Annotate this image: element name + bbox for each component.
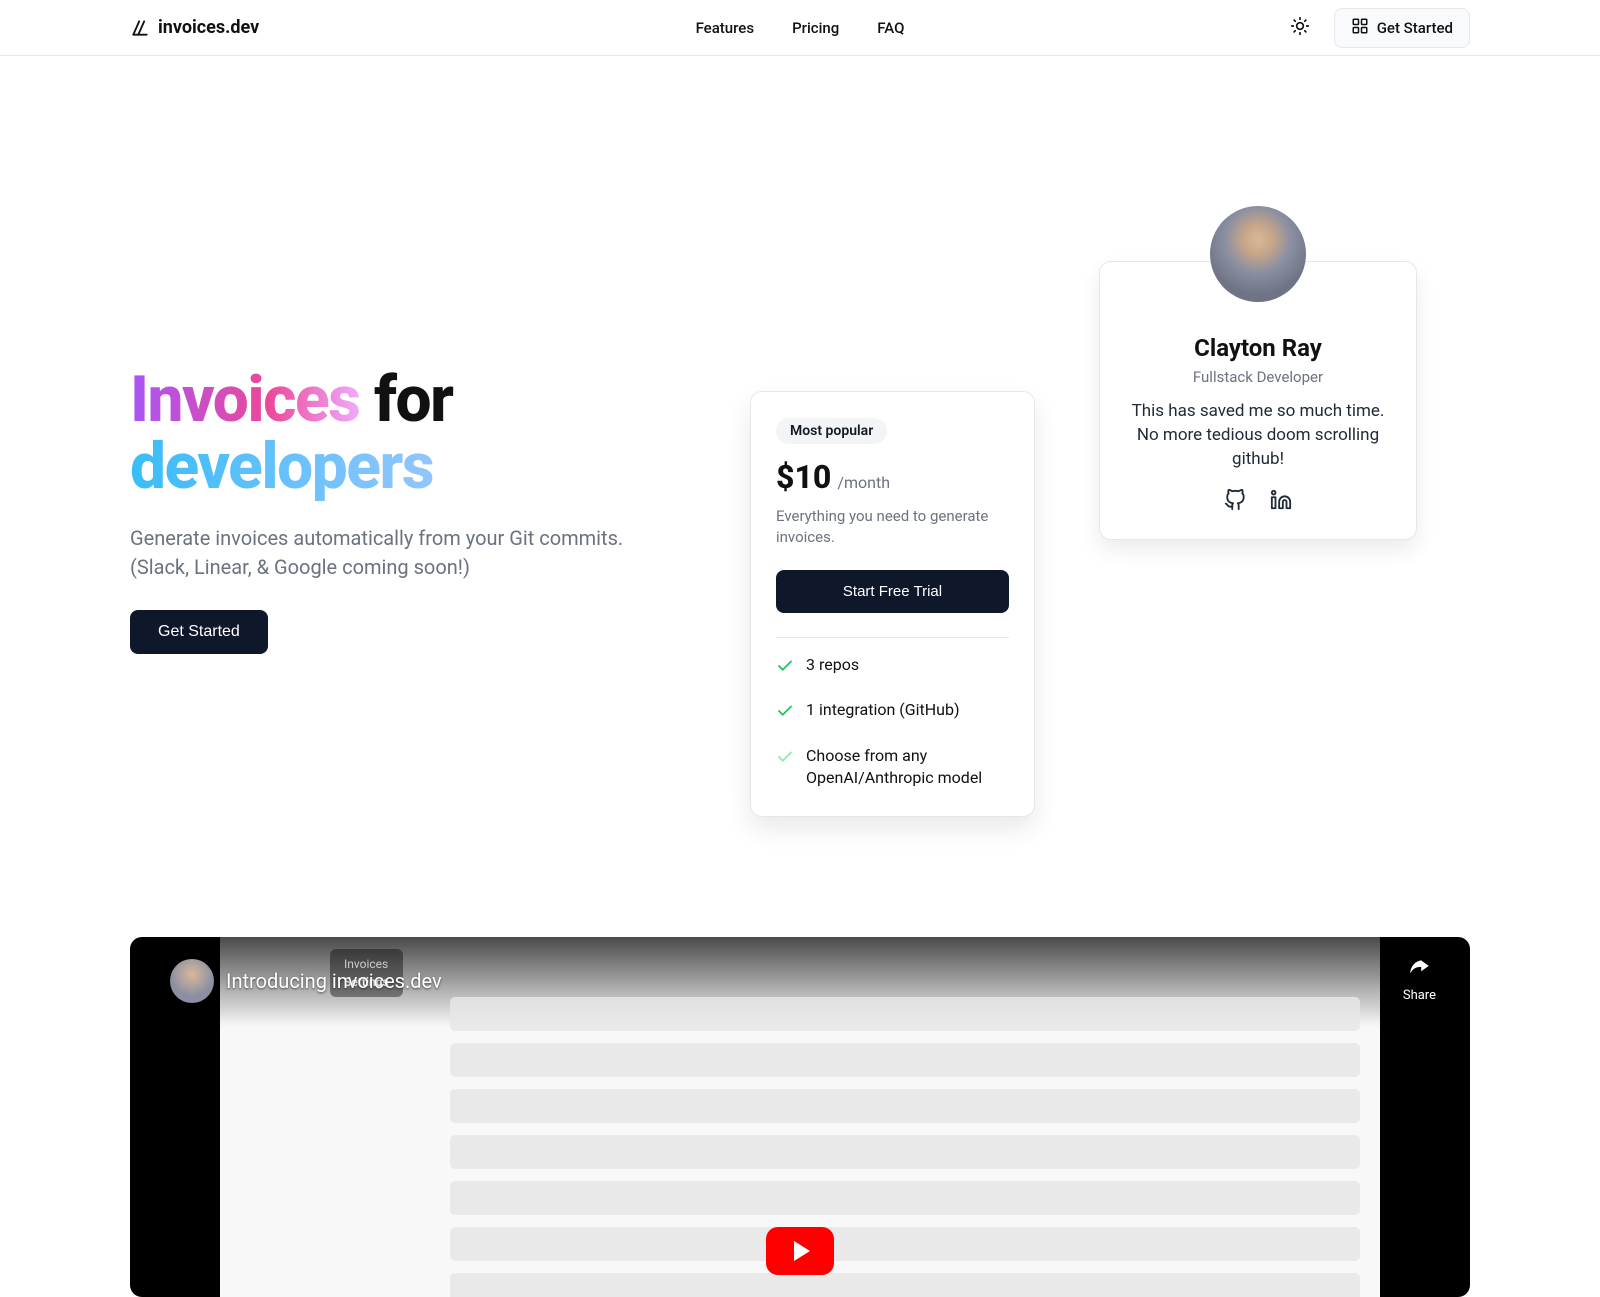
preview-row <box>450 1227 1360 1261</box>
avatar <box>1210 206 1306 302</box>
social-links <box>1124 489 1392 515</box>
video-header: Introducing invoices.dev <box>170 959 442 1003</box>
price-period: /month <box>837 473 890 492</box>
hero-get-started-button[interactable]: Get Started <box>130 610 268 654</box>
play-button[interactable] <box>766 1227 834 1275</box>
github-icon <box>1224 496 1246 515</box>
logo[interactable]: invoices.dev <box>130 17 259 38</box>
share-icon <box>1406 966 1432 985</box>
check-icon <box>776 702 794 726</box>
feature-list: 3 repos 1 integration (GitHub) Choose fr… <box>776 654 1009 790</box>
preview-row <box>450 1273 1360 1297</box>
preview-row <box>450 1089 1360 1123</box>
testimonial-card: Clayton Ray Fullstack Developer This has… <box>1099 261 1417 540</box>
price-amount: $10 <box>776 458 831 496</box>
video-title[interactable]: Introducing invoices.dev <box>226 969 442 993</box>
nav-features[interactable]: Features <box>696 19 754 37</box>
popular-badge: Most popular <box>776 418 887 444</box>
get-started-label: Get Started <box>1377 19 1453 37</box>
feature-item: 3 repos <box>776 654 1009 681</box>
share-button[interactable]: Share <box>1403 955 1436 1003</box>
video-preview-rows <box>450 997 1360 1297</box>
check-icon <box>776 748 794 772</box>
nav-faq[interactable]: FAQ <box>877 19 904 37</box>
logo-text: invoices.dev <box>158 17 259 38</box>
get-started-button[interactable]: Get Started <box>1334 8 1470 48</box>
testimonial-name: Clayton Ray <box>1124 334 1392 362</box>
check-icon <box>776 657 794 681</box>
feature-text: 1 integration (GitHub) <box>806 699 960 721</box>
header: invoices.dev Features Pricing FAQ <box>0 0 1600 56</box>
hero-word-invoices: Invoices <box>130 362 360 437</box>
start-free-trial-button[interactable]: Start Free Trial <box>776 570 1009 613</box>
github-link[interactable] <box>1224 489 1246 515</box>
apps-icon <box>1351 17 1369 39</box>
sun-icon <box>1290 16 1310 40</box>
feature-text: Choose from any OpenAI/Anthropic model <box>806 745 1009 790</box>
video-player[interactable]: Invoices Settings Introducing invoices.d… <box>130 937 1470 1297</box>
video-channel-avatar[interactable] <box>170 959 214 1003</box>
share-label: Share <box>1403 988 1436 1003</box>
divider <box>776 637 1009 638</box>
feature-item: 1 integration (GitHub) <box>776 699 1009 726</box>
nav-pricing[interactable]: Pricing <box>792 19 839 37</box>
hero-sub-line1: Generate invoices automatically from you… <box>130 526 623 550</box>
hero-title: Invoices for developers <box>130 366 710 500</box>
nav: Features Pricing FAQ <box>696 19 905 37</box>
testimonial-quote: This has saved me so much time. No more … <box>1124 400 1392 471</box>
logo-icon <box>130 18 150 38</box>
preview-row <box>450 1181 1360 1215</box>
pricing-card: Most popular $10 /month Everything you n… <box>750 391 1035 817</box>
hero-word-for: for <box>360 362 453 437</box>
preview-row <box>450 1043 1360 1077</box>
testimonial: Clayton Ray Fullstack Developer This has… <box>1099 206 1417 540</box>
testimonial-role: Fullstack Developer <box>1124 368 1392 386</box>
header-right: Get Started <box>1282 8 1470 48</box>
hero-sub-line2: (Slack, Linear, & Google coming soon!) <box>130 555 470 579</box>
preview-row <box>450 997 1360 1031</box>
feature-text: 3 repos <box>806 654 859 676</box>
feature-item: Choose from any OpenAI/Anthropic model <box>776 745 1009 790</box>
hero-subtitle: Generate invoices automatically from you… <box>130 524 710 582</box>
theme-toggle[interactable] <box>1282 10 1318 46</box>
preview-row <box>450 1135 1360 1169</box>
price-description: Everything you need to generate invoices… <box>776 506 1009 548</box>
hero: Invoices for developers Generate invoice… <box>130 206 710 654</box>
price-row: $10 /month <box>776 458 1009 496</box>
hero-word-developers: developers <box>130 429 433 504</box>
linkedin-link[interactable] <box>1270 489 1292 515</box>
linkedin-icon <box>1270 496 1292 515</box>
